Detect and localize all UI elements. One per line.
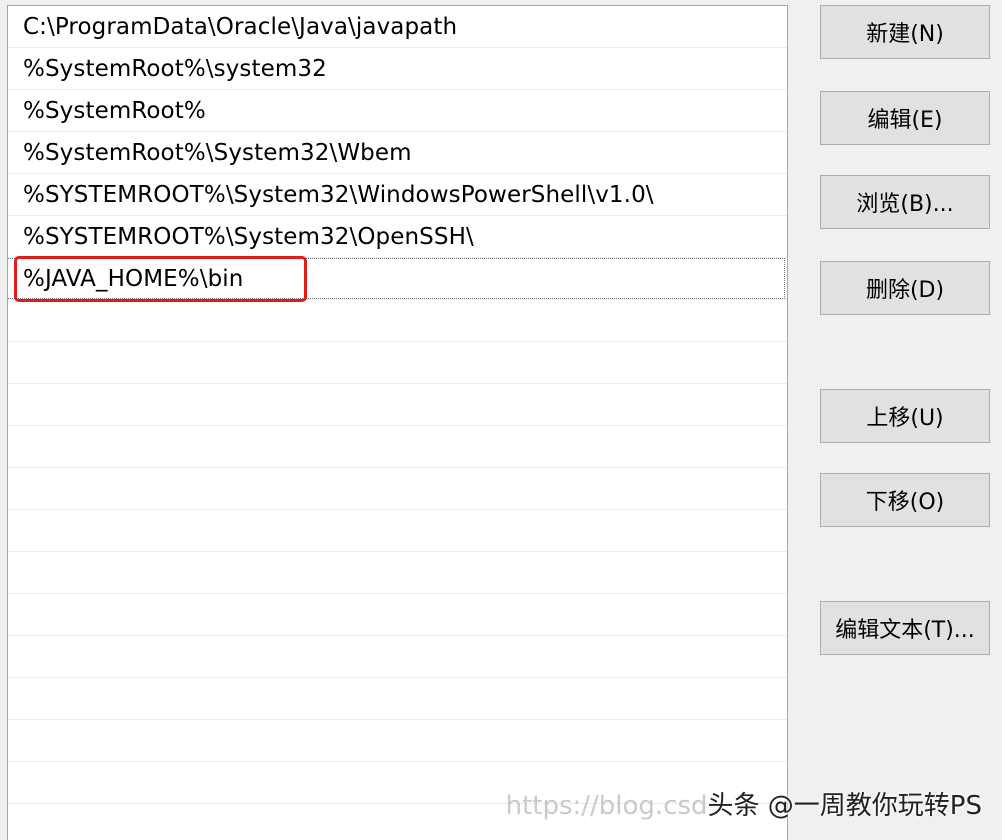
- empty-list-row: [8, 342, 787, 384]
- list-item-text: %JAVA_HOME%\bin: [23, 265, 244, 292]
- empty-list-row: [8, 552, 787, 594]
- empty-list-row: [8, 762, 787, 804]
- move-up-button[interactable]: 上移(U): [820, 389, 990, 443]
- empty-list-row: [8, 804, 787, 840]
- list-item-text: %SystemRoot%\System32\Wbem: [23, 139, 412, 166]
- edit-environment-variable-dialog: C:\ProgramData\Oracle\Java\javapath %Sys…: [0, 0, 1002, 840]
- empty-list-row: [8, 594, 787, 636]
- list-item[interactable]: %SystemRoot%\System32\Wbem: [8, 132, 787, 174]
- path-list[interactable]: C:\ProgramData\Oracle\Java\javapath %Sys…: [7, 5, 788, 840]
- list-item[interactable]: %SystemRoot%\system32: [8, 48, 787, 90]
- delete-button[interactable]: 删除(D): [820, 261, 990, 315]
- list-item[interactable]: C:\ProgramData\Oracle\Java\javapath: [8, 6, 787, 48]
- new-button[interactable]: 新建(N): [820, 5, 990, 59]
- empty-list-row: [8, 636, 787, 678]
- empty-list-row: [8, 678, 787, 720]
- browse-button[interactable]: 浏览(B)...: [820, 175, 990, 229]
- empty-list-row: [8, 468, 787, 510]
- empty-list-row: [8, 426, 787, 468]
- list-item-text: %SystemRoot%\system32: [23, 55, 327, 82]
- move-down-button[interactable]: 下移(O): [820, 473, 990, 527]
- empty-list-row: [8, 384, 787, 426]
- empty-list-row: [8, 720, 787, 762]
- edit-text-button[interactable]: 编辑文本(T)...: [820, 601, 990, 655]
- list-item[interactable]: %SystemRoot%: [8, 90, 787, 132]
- edit-button[interactable]: 编辑(E): [820, 91, 990, 145]
- list-item-text: C:\ProgramData\Oracle\Java\javapath: [23, 13, 458, 40]
- empty-list-row: [8, 510, 787, 552]
- list-item-editing[interactable]: %JAVA_HOME%\bin: [8, 258, 787, 300]
- list-item-text: %SystemRoot%: [23, 97, 206, 124]
- list-item-text: %SYSTEMROOT%\System32\OpenSSH\: [23, 223, 474, 250]
- list-item-text: %SYSTEMROOT%\System32\WindowsPowerShell\…: [23, 181, 654, 208]
- empty-list-row: [8, 300, 787, 342]
- list-item[interactable]: %SYSTEMROOT%\System32\WindowsPowerShell\…: [8, 174, 787, 216]
- list-item[interactable]: %SYSTEMROOT%\System32\OpenSSH\: [8, 216, 787, 258]
